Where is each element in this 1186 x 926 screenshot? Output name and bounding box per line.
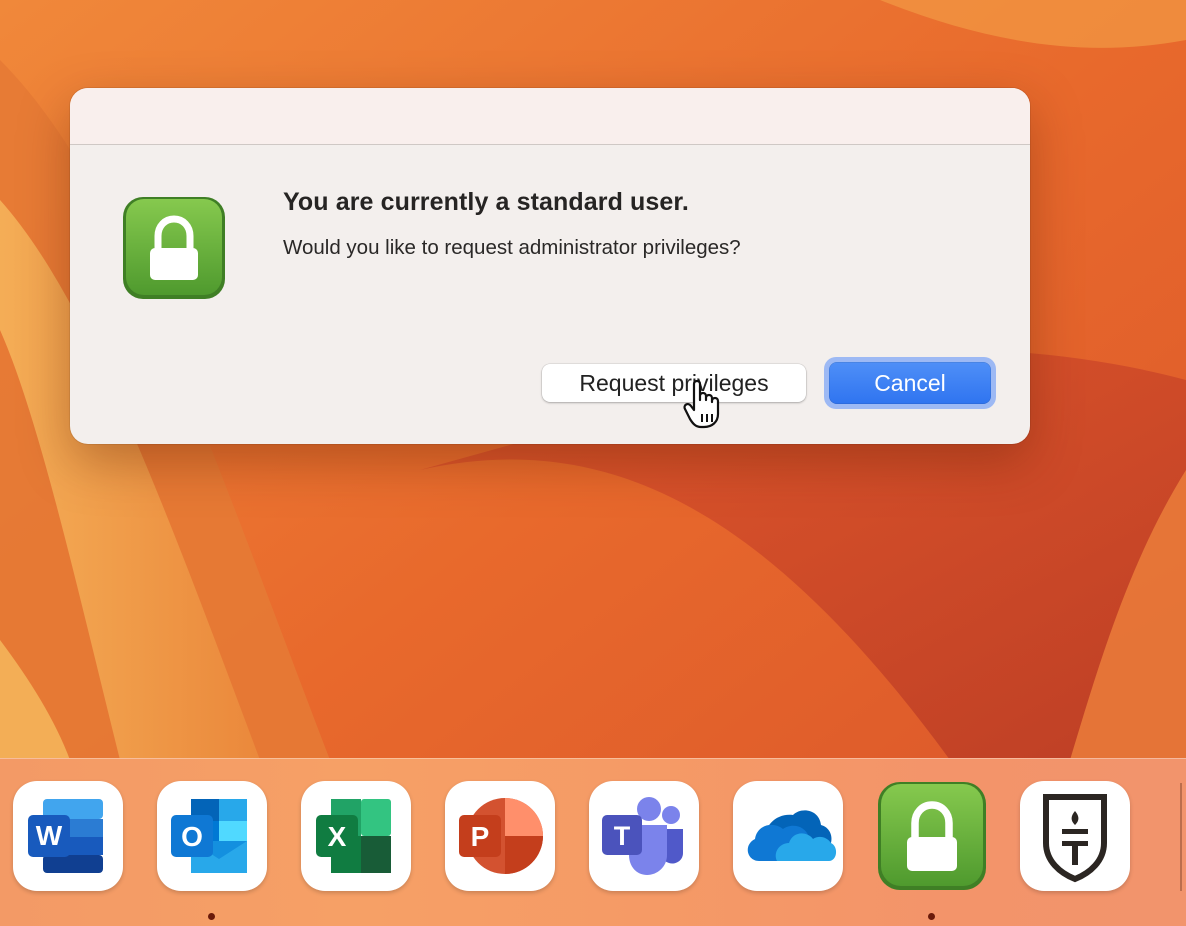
- excel-icon: X: [316, 799, 391, 873]
- svg-text:X: X: [328, 821, 347, 852]
- shield-torch-icon: [1043, 794, 1107, 883]
- svg-text:W: W: [36, 820, 63, 851]
- cancel-label: Cancel: [874, 369, 946, 396]
- dock-tile: W: [13, 781, 123, 891]
- dock-tile: [733, 781, 843, 891]
- dock-tile: X: [301, 781, 411, 891]
- dock-item-excel[interactable]: X: [301, 781, 411, 891]
- dock-tile: [1020, 781, 1130, 891]
- dock-item-outlook[interactable]: O: [157, 781, 267, 891]
- teams-icon: T: [602, 797, 683, 875]
- dock-divider: [1180, 783, 1182, 891]
- running-indicator: [928, 913, 935, 920]
- request-privileges-label: Request privileges: [579, 369, 769, 396]
- dock-item-word[interactable]: W: [13, 781, 123, 891]
- dock-item-powerpoint[interactable]: P: [445, 781, 555, 891]
- lock-icon: [878, 782, 986, 890]
- privileges-dialog: You are currently a standard user. Would…: [70, 88, 1030, 444]
- dialog-titlebar: [70, 88, 1030, 145]
- svg-text:T: T: [614, 821, 631, 851]
- dock-item-onedrive[interactable]: [733, 781, 843, 891]
- cancel-button-face: Cancel: [829, 362, 991, 404]
- dialog-message: Would you like to request administrator …: [283, 236, 741, 259]
- dock-item-privileges[interactable]: [877, 781, 987, 891]
- running-indicator: [208, 913, 215, 920]
- dialog-title: You are currently a standard user.: [283, 188, 689, 216]
- dock-tile: T: [589, 781, 699, 891]
- request-privileges-button[interactable]: Request privileges: [542, 364, 806, 402]
- dock-tile: P: [445, 781, 555, 891]
- powerpoint-icon: P: [459, 798, 543, 874]
- desktop: You are currently a standard user. Would…: [0, 0, 1186, 926]
- word-icon: W: [28, 799, 103, 873]
- dock-item-self-service[interactable]: [1020, 781, 1130, 891]
- svg-text:O: O: [181, 821, 203, 852]
- hand-pointer-cursor-icon: [683, 379, 720, 429]
- svg-text:P: P: [471, 821, 490, 852]
- dock: W O X P T: [0, 758, 1186, 926]
- dock-tile: O: [157, 781, 267, 891]
- outlook-icon: O: [171, 799, 247, 873]
- lock-icon: [123, 197, 225, 299]
- onedrive-icon: [747, 810, 837, 861]
- dock-item-teams[interactable]: T: [589, 781, 699, 891]
- cancel-button[interactable]: Cancel: [824, 357, 996, 409]
